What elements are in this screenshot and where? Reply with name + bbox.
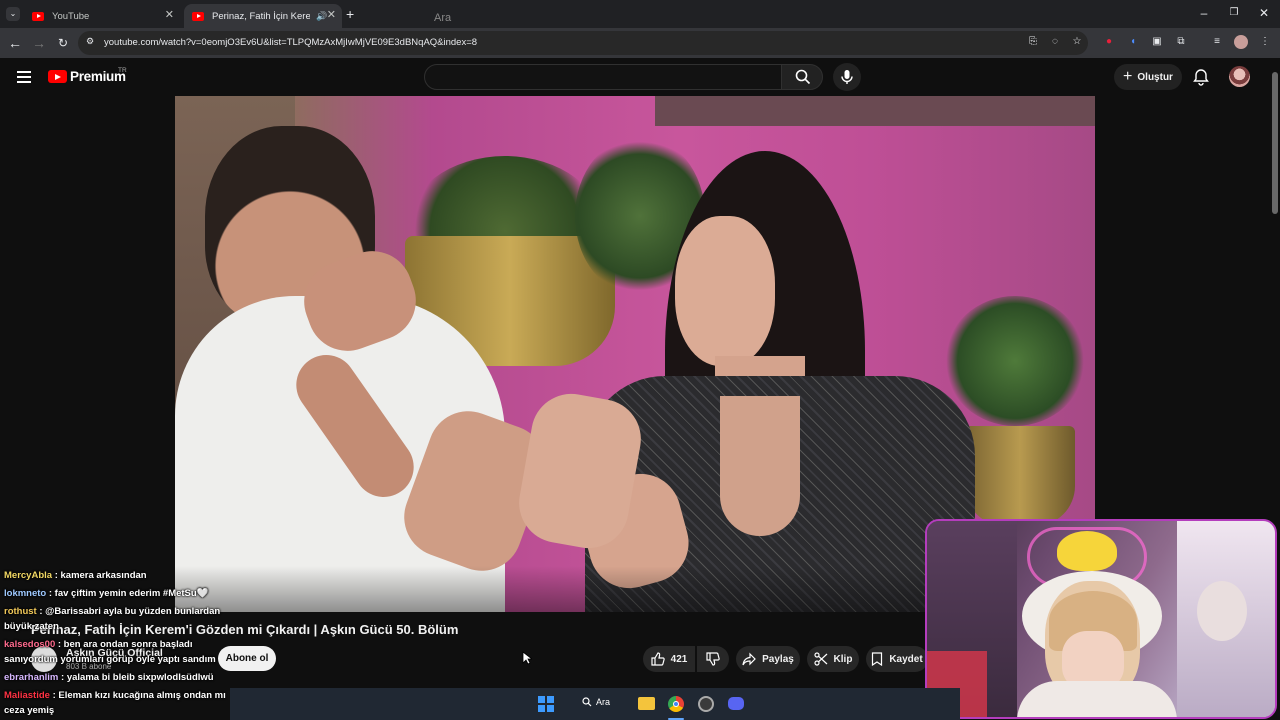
chat-message: rothust : @Barissabri ayla bu yüzden bun… (4, 606, 220, 617)
chat-message: MercyAbla : kamera arkasından (4, 570, 147, 581)
save-button[interactable]: Kaydet (866, 646, 928, 672)
obs-icon[interactable] (698, 696, 714, 712)
youtube-premium-logo[interactable]: Premium (48, 69, 126, 84)
taskbar-search[interactable]: Ara (582, 697, 610, 707)
extension-blue-icon[interactable]: ◖ (1126, 35, 1140, 49)
chat-text: : kamera arkasından (52, 570, 147, 581)
chat-username: Maliastide (4, 690, 50, 701)
chat-text: : yalama bi bleib sixpwlodlsüdlwü (58, 672, 214, 683)
search-icon (795, 69, 811, 85)
search-input[interactable] (424, 64, 782, 90)
account-avatar[interactable] (1229, 66, 1250, 87)
save-label: Kaydet (889, 653, 923, 665)
chat-message: büyük zaten (4, 621, 59, 632)
bookmark-star-icon[interactable]: ☆ (1070, 35, 1084, 49)
close-tab-icon[interactable]: ✕ (327, 8, 336, 21)
chat-text: büyük zaten (4, 621, 59, 632)
chat-text: sanıyordum yorumları görüp öyle yaptı sa… (4, 654, 216, 665)
thumbs-up-icon (651, 652, 665, 666)
chrome-menu-icon[interactable]: ⋮ (1258, 35, 1272, 49)
eye-off-icon[interactable]: ◌ (1048, 35, 1062, 49)
chat-text: ceza yemiş (4, 705, 55, 716)
extensions-puzzle-icon[interactable]: ⧉ (1174, 35, 1188, 49)
youtube-header: Premium TR + Oluştur (0, 58, 1280, 96)
youtube-favicon-icon (192, 11, 204, 21)
taskbar-search-label: Ara (596, 697, 611, 707)
search-icon (582, 697, 592, 707)
chat-message: Maliastide : Eleman kızı kucağına almış … (4, 690, 226, 701)
chat-message: ebrarhanlim : yalama bi bleib sixpwlodls… (4, 672, 214, 683)
windows-taskbar: Ara (230, 688, 960, 720)
youtube-favicon-icon (32, 11, 44, 21)
chrome-icon-center (673, 701, 679, 707)
windows-start-icon[interactable] (538, 696, 554, 712)
country-code: TR (118, 67, 127, 74)
site-info-icon[interactable]: ⚙ (86, 36, 98, 48)
chat-message: sanıyordum yorumları görüp öyle yaptı sa… (4, 654, 216, 665)
youtube-play-icon (48, 70, 67, 83)
scrollbar-thumb[interactable] (1272, 72, 1278, 214)
discord-icon[interactable] (728, 697, 744, 710)
create-label: Oluştur (1137, 71, 1173, 83)
file-explorer-icon[interactable] (638, 697, 655, 710)
subscribe-button[interactable]: Abone ol (218, 646, 276, 671)
plus-icon: + (1123, 68, 1133, 85)
chat-message: lokmneto : fav çiftim yemin ederim #MetS… (4, 588, 209, 599)
extension-red-icon[interactable]: ● (1102, 35, 1116, 49)
create-button[interactable]: + Oluştur (1114, 64, 1182, 90)
tab-title: Perinaz, Fatih İçin Kerem'i G (212, 10, 310, 22)
chat-text: : ben ara ondan sonra başladı (55, 639, 193, 650)
tab-video[interactable]: Perinaz, Fatih İçin Kerem'i G 🔊 ✕ (184, 4, 342, 28)
chat-message: ceza yemiş (4, 705, 54, 716)
search-placeholder: Ara (434, 12, 452, 24)
tab-youtube[interactable]: YouTube ✕ (24, 4, 180, 28)
chat-username: kalsedos00 (4, 639, 56, 650)
new-tab-button[interactable]: + (346, 6, 354, 22)
minimize-button[interactable]: – (1194, 6, 1214, 20)
maximize-button[interactable]: ❐ (1224, 7, 1244, 18)
microphone-icon (841, 70, 853, 84)
reload-button[interactable]: ↻ (54, 34, 72, 52)
extension-dark-icon[interactable]: ▣ (1150, 35, 1164, 49)
close-tab-icon[interactable]: ✕ (165, 8, 174, 21)
media-control-icon[interactable]: ≡ (1210, 35, 1224, 49)
back-button[interactable]: ← (6, 34, 24, 52)
like-count: 421 (670, 653, 688, 665)
install-app-icon[interactable]: ⎘ (1026, 35, 1040, 49)
bookmark-icon (872, 652, 883, 666)
like-button[interactable]: 421 (643, 646, 695, 672)
streamer-webcam (925, 519, 1277, 719)
mouse-cursor-icon (522, 651, 532, 665)
dislike-button[interactable] (697, 646, 729, 672)
browser-tab-strip: ⌄ YouTube ✕ Perinaz, Fatih İçin Kerem'i … (0, 0, 1280, 28)
chat-username: lokmneto (4, 588, 47, 599)
chat-text: : fav çiftim yemin ederim #MetSu🤍 (46, 588, 209, 599)
thumbs-down-icon (706, 652, 720, 666)
chat-username: rothust (4, 606, 37, 617)
chat-username: ebrarhanlim (4, 672, 59, 683)
chat-message: kalsedos00 : ben ara ondan sonra başladı (4, 639, 193, 650)
notifications-bell-icon[interactable] (1192, 68, 1210, 86)
audio-playing-icon[interactable]: 🔊 (316, 11, 327, 22)
clip-button[interactable]: Klip (807, 646, 859, 672)
chat-text: : Eleman kızı kucağına almış ondan mı (49, 690, 226, 701)
tab-search-button[interactable]: ⌄ (6, 7, 20, 21)
scissors-icon (813, 652, 827, 666)
search-button[interactable] (781, 64, 823, 90)
chat-username: MercyAbla (4, 570, 53, 581)
url-text[interactable]: youtube.com/watch?v=0eomjO3Ev6U&list=TLP… (104, 37, 477, 48)
hamburger-menu-icon[interactable] (17, 71, 31, 83)
tab-title: YouTube (52, 10, 90, 22)
chat-text: : @Barissabri ayla bu yüzden bunlardan (36, 606, 221, 617)
close-window-button[interactable]: ✕ (1254, 6, 1274, 20)
share-label: Paylaş (762, 653, 794, 665)
voice-search-button[interactable] (833, 63, 861, 91)
share-icon (742, 652, 756, 666)
video-title: Perinaz, Fatih İçin Kerem'i Gözden mi Çı… (31, 622, 459, 637)
share-button[interactable]: Paylaş (736, 646, 800, 672)
profile-avatar-icon[interactable] (1234, 35, 1248, 49)
clip-label: Klip (833, 653, 853, 665)
forward-button[interactable]: → (30, 34, 48, 52)
